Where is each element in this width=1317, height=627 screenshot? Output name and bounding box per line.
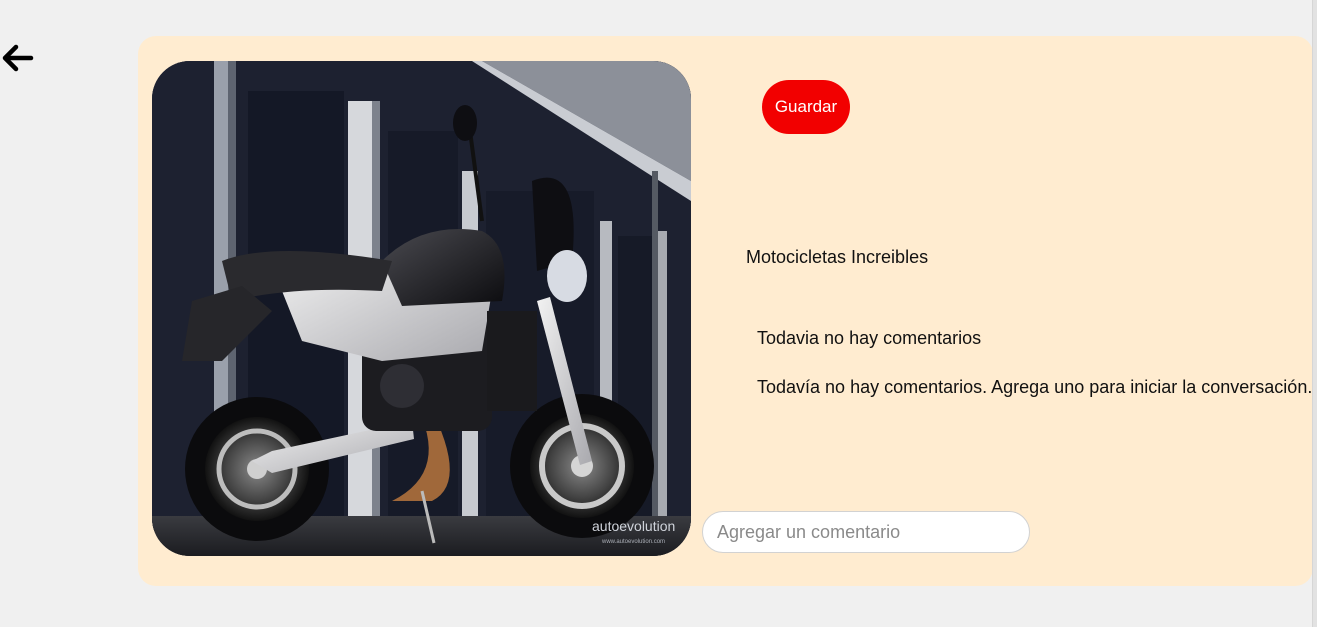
comments-heading: Todavia no hay comentarios: [757, 328, 982, 348]
watermark: autoevolution: [592, 518, 675, 534]
watermark-url: www.autoevolution.com: [601, 539, 665, 545]
motorcycle-image: autoevolution www.autoevolution.com: [152, 61, 691, 556]
pin-detail-page: autoevolution www.autoevolution.com Guar…: [0, 0, 1317, 627]
back-button[interactable]: [0, 40, 36, 76]
arrow-left-icon: [2, 44, 34, 72]
comments-empty-message: Todavía no hay comentarios. Agrega uno p…: [757, 377, 1313, 397]
motorcycle-photo[interactable]: autoevolution www.autoevolution.com: [152, 61, 691, 556]
comment-input[interactable]: [702, 511, 1030, 553]
scrollbar[interactable]: [1312, 0, 1317, 627]
save-button[interactable]: Guardar: [762, 80, 850, 134]
pin-card: autoevolution www.autoevolution.com Guar…: [138, 36, 1313, 586]
board-title: Motocicletas Increibles: [746, 247, 929, 267]
